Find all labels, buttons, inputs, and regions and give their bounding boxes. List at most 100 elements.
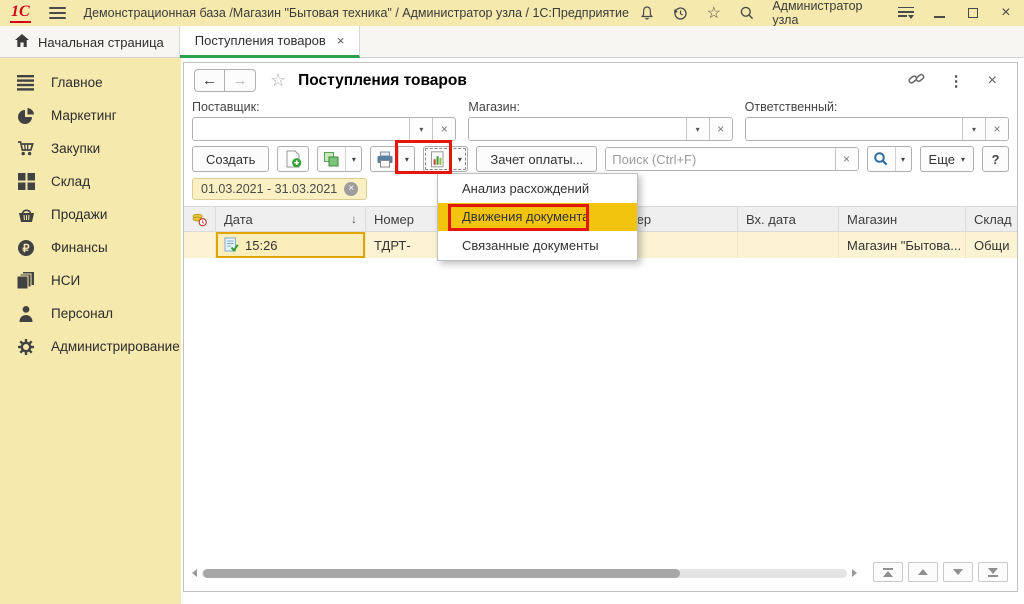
- scroll-right-icon[interactable]: [852, 569, 857, 577]
- filter-shop-label: Магазин:: [468, 100, 732, 114]
- sidebar-label: Персонал: [51, 306, 113, 321]
- print-dropdown-icon[interactable]: ▾: [398, 147, 414, 171]
- get-link-icon[interactable]: [908, 71, 925, 90]
- shop-dropdown-icon[interactable]: ▾: [686, 118, 709, 140]
- column-shop[interactable]: Магазин: [839, 207, 966, 231]
- column-date[interactable]: Дата ↓: [216, 207, 366, 231]
- row-date-value: 15:26: [245, 238, 278, 253]
- tab-close-icon[interactable]: ×: [337, 33, 345, 48]
- sidebar-item-marketing[interactable]: Маркетинг: [0, 99, 181, 132]
- global-search-icon[interactable]: [739, 4, 755, 22]
- menu-item-related-documents[interactable]: Связанные документы: [438, 231, 637, 260]
- search-dropdown-icon[interactable]: ▾: [895, 147, 911, 171]
- period-chip[interactable]: 01.03.2021 - 31.03.2021 ×: [192, 178, 367, 200]
- sidebar-label: Администрирование: [51, 339, 180, 354]
- responsible-dropdown-icon[interactable]: ▾: [962, 118, 985, 140]
- menu-item-label: Движения документа: [462, 209, 589, 224]
- sidebar-item-warehouse[interactable]: Склад: [0, 165, 181, 198]
- search-input[interactable]: [606, 148, 834, 170]
- forward-button[interactable]: →: [225, 69, 256, 92]
- filter-supplier: Поставщик: ▾ ×: [192, 100, 456, 141]
- history-icon[interactable]: [672, 4, 688, 22]
- shop-clear-icon[interactable]: ×: [709, 118, 732, 140]
- scrollbar-thumb[interactable]: [203, 569, 680, 578]
- current-user[interactable]: Администратор узла: [772, 0, 881, 27]
- copy-dropdown-icon[interactable]: ▾: [345, 147, 361, 171]
- column-warehouse[interactable]: Склад: [966, 207, 1017, 231]
- print-split-button[interactable]: ▾: [370, 146, 415, 172]
- tab-goods-receipts[interactable]: Поступления товаров ×: [180, 26, 361, 58]
- more-dropdown-icon: ▾: [961, 155, 965, 164]
- minimize-button[interactable]: [931, 4, 947, 22]
- supplier-clear-icon[interactable]: ×: [432, 118, 455, 140]
- responsible-clear-icon[interactable]: ×: [985, 118, 1008, 140]
- back-button[interactable]: ←: [194, 69, 225, 92]
- create-button[interactable]: Создать: [192, 146, 269, 172]
- row-status-cell: [184, 232, 216, 258]
- horizontal-scrollbar[interactable]: [192, 567, 857, 579]
- row-date-cell[interactable]: 15:26: [216, 232, 366, 258]
- period-chip-label: 01.03.2021 - 31.03.2021: [201, 182, 337, 196]
- maximize-button[interactable]: [964, 4, 980, 22]
- main-menu-icon[interactable]: [49, 7, 66, 19]
- sidebar-item-personnel[interactable]: Персонал: [0, 297, 181, 330]
- move-down-button[interactable]: [943, 562, 973, 582]
- posting-status-column-icon[interactable]: [184, 207, 216, 231]
- tab-home[interactable]: Начальная страница: [0, 26, 180, 58]
- sidebar-item-nsi[interactable]: НСИ: [0, 264, 181, 297]
- more-menu-icon[interactable]: ⋮: [949, 72, 964, 90]
- menu-item-label: Анализ расхождений: [462, 181, 589, 196]
- reports-split-button[interactable]: ▾: [423, 146, 468, 172]
- row-shop-value: Магазин "Бытова...: [847, 238, 961, 253]
- goods-receipts-form: ← → ☆ Поступления товаров ⋮ × Поставщик:: [183, 62, 1018, 592]
- go-to-top-button[interactable]: [873, 562, 903, 582]
- posted-document-icon: [224, 237, 239, 253]
- basket-icon: [16, 205, 36, 225]
- more-button-label: Еще: [929, 152, 955, 167]
- home-icon: [15, 34, 29, 50]
- supplier-input[interactable]: [193, 118, 409, 140]
- create-new-document-button[interactable]: [277, 146, 309, 172]
- sidebar-label: Финансы: [51, 240, 108, 255]
- sidebar-item-purchases[interactable]: Закупки: [0, 132, 181, 165]
- form-header: ← → ☆ Поступления товаров ⋮ ×: [184, 63, 1017, 98]
- close-window-button[interactable]: ×: [998, 4, 1014, 22]
- row-navigation-buttons: [873, 562, 1008, 582]
- payment-offset-button[interactable]: Зачет оплаты...: [476, 146, 597, 172]
- row-incoming-date-cell[interactable]: [738, 232, 839, 258]
- column-shop-label: Магазин: [847, 212, 897, 227]
- reports-dropdown-icon[interactable]: ▾: [451, 147, 467, 171]
- shop-input[interactable]: [469, 118, 685, 140]
- hide-panels-icon[interactable]: [898, 7, 914, 20]
- sidebar-item-main[interactable]: Главное: [0, 66, 181, 99]
- notifications-bell-icon[interactable]: [639, 4, 655, 22]
- move-up-button[interactable]: [908, 562, 938, 582]
- content-area: ← → ☆ Поступления товаров ⋮ × Поставщик:: [181, 58, 1024, 604]
- responsible-input[interactable]: [746, 118, 962, 140]
- scroll-left-icon[interactable]: [192, 569, 197, 577]
- copy-document-split-button[interactable]: ▾: [317, 146, 362, 172]
- help-button[interactable]: ?: [982, 146, 1009, 172]
- sidebar-label: Главное: [51, 75, 103, 90]
- row-shop-cell[interactable]: Магазин "Бытова...: [839, 232, 966, 258]
- column-incoming-date[interactable]: Вх. дата: [738, 207, 839, 231]
- supplier-dropdown-icon[interactable]: ▾: [409, 118, 432, 140]
- favorites-star-icon[interactable]: ☆: [706, 4, 722, 22]
- tab-active-label: Поступления товаров: [195, 33, 326, 48]
- go-to-bottom-button[interactable]: [978, 562, 1008, 582]
- grid-icon: [16, 172, 36, 192]
- row-warehouse-cell[interactable]: Общи: [966, 232, 1017, 258]
- menu-item-document-movements[interactable]: Движения документа: [438, 203, 637, 232]
- search-magnifier-icon: [868, 147, 895, 171]
- sidebar-item-administration[interactable]: Администрирование: [0, 330, 181, 363]
- scrollbar-track[interactable]: [202, 569, 847, 578]
- sidebar-item-sales[interactable]: Продажи: [0, 198, 181, 231]
- close-form-icon[interactable]: ×: [988, 72, 997, 90]
- sidebar-item-finance[interactable]: ₽ Финансы: [0, 231, 181, 264]
- more-button[interactable]: Еще ▾: [920, 146, 974, 172]
- search-split-button[interactable]: ▾: [867, 146, 912, 172]
- search-clear-icon[interactable]: ×: [835, 148, 858, 170]
- menu-item-discrepancy-analysis[interactable]: Анализ расхождений: [438, 174, 637, 203]
- period-chip-remove-icon[interactable]: ×: [344, 182, 358, 196]
- favorite-star-icon[interactable]: ☆: [270, 70, 286, 91]
